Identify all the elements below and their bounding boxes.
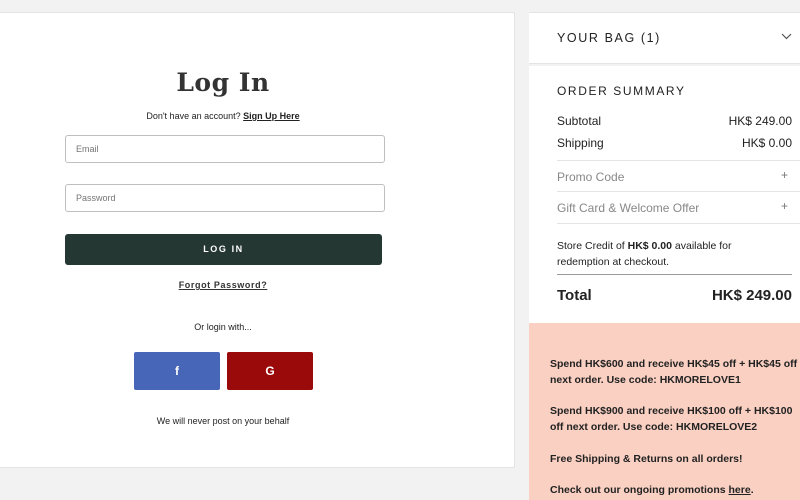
divider <box>557 223 800 224</box>
promo-code-label: Promo Code <box>557 170 625 184</box>
plus-icon[interactable]: + <box>781 168 788 182</box>
password-field[interactable] <box>65 184 385 212</box>
login-button[interactable]: LOG IN <box>65 234 382 265</box>
promo-message: Free Shipping & Returns on all orders! <box>550 453 743 465</box>
email-field[interactable] <box>65 135 385 163</box>
subtotal-row: Subtotal HK$ 249.00 <box>557 114 792 128</box>
shipping-row: Shipping HK$ 0.00 <box>557 136 792 150</box>
promo-4-prefix: Check out our ongoing promotions <box>550 484 726 496</box>
promo-code-toggle[interactable]: Promo Code + <box>557 168 792 184</box>
promotions-link[interactable]: here <box>729 484 751 496</box>
google-login-button[interactable]: G <box>227 352 313 390</box>
total-divider <box>557 274 792 275</box>
facebook-icon: f <box>175 364 179 378</box>
or-login-with-label: Or login with... <box>194 322 252 332</box>
total-row: Total HK$ 249.00 <box>557 287 792 304</box>
promo-message: Spend HK$600 and receive HK$45 off + HK$… <box>550 358 798 386</box>
total-value: HK$ 249.00 <box>711 287 792 304</box>
divider <box>557 191 800 192</box>
signup-prompt-text: Don't have an account? <box>146 111 241 121</box>
chevron-down-icon[interactable] <box>781 31 792 43</box>
signup-link[interactable]: Sign Up Here <box>243 111 300 121</box>
bag-toggle[interactable]: YOUR BAG (1) <box>529 12 800 64</box>
shipping-label: Shipping <box>557 136 604 150</box>
never-post-note: We will never post on your behalf <box>156 416 290 426</box>
subtotal-value: HK$ 249.00 <box>728 114 792 128</box>
gift-card-label: Gift Card & Welcome Offer <box>557 201 700 215</box>
forgot-password-link[interactable]: Forgot Password? <box>0 280 446 290</box>
store-credit-amount: HK$ 0.00 <box>627 240 672 252</box>
shipping-value: HK$ 0.00 <box>741 136 792 150</box>
order-summary-title: ORDER SUMMARY <box>557 84 686 98</box>
login-panel: Log In Don't have an account? Sign Up He… <box>0 12 515 468</box>
bag-title: YOUR BAG (1) <box>557 31 661 45</box>
store-credit-note: Store Credit of HK$ 0.00 available for r… <box>557 238 757 270</box>
gift-card-toggle[interactable]: Gift Card & Welcome Offer + <box>557 199 792 215</box>
store-credit-prefix: Store Credit of <box>557 240 625 252</box>
subtotal-label: Subtotal <box>557 114 602 128</box>
promo-message: Spend HK$900 and receive HK$100 off + HK… <box>550 405 793 433</box>
page-title: Log In <box>176 68 270 97</box>
divider <box>557 160 800 161</box>
facebook-login-button[interactable]: f <box>134 352 220 390</box>
promo-4-suffix: . <box>750 484 754 496</box>
google-icon: G <box>265 364 275 378</box>
promo-message: Check out our ongoing promotions here. <box>550 482 800 498</box>
plus-icon[interactable]: + <box>781 199 788 213</box>
signup-prompt: Don't have an account? Sign Up Here <box>0 111 446 121</box>
total-label: Total <box>557 287 592 304</box>
promotions-banner: Spend HK$600 and receive HK$45 off + HK$… <box>529 323 800 500</box>
order-summary: ORDER SUMMARY Subtotal HK$ 249.00 Shippi… <box>529 66 800 323</box>
